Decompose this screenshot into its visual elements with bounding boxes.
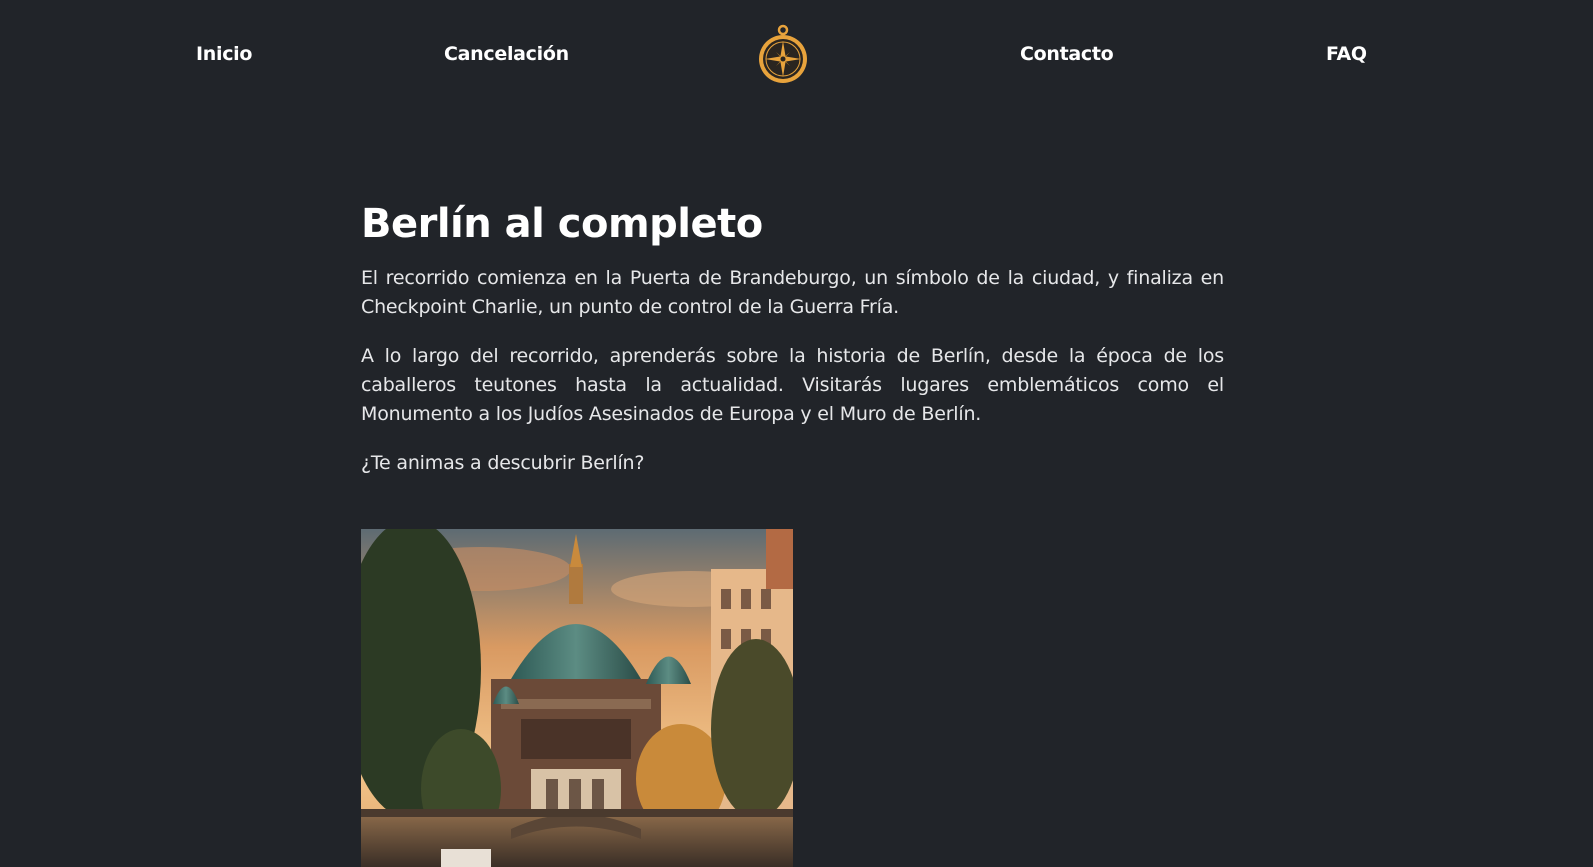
nav-link-contacto[interactable]: Contacto	[1020, 43, 1114, 65]
nav-link-inicio[interactable]: Inicio	[196, 43, 252, 65]
article-paragraph: El recorrido comienza en la Puerta de Br…	[361, 267, 1224, 318]
nav-link-faq[interactable]: FAQ	[1326, 43, 1367, 65]
article-content: Berlín al completo El recorrido comienza…	[361, 200, 1224, 498]
article-paragraph: A lo largo del recorrido, aprenderás sob…	[361, 345, 1224, 425]
article-paragraph: ¿Te animas a descubrir Berlín?	[361, 452, 645, 474]
nav-link-cancelacion[interactable]: Cancelación	[444, 43, 569, 65]
berlin-cathedral-image	[361, 529, 793, 867]
page-title: Berlín al completo	[361, 201, 763, 247]
top-navigation: Inicio Cancelación Contacto FAQ	[0, 0, 1593, 112]
compass-logo-icon[interactable]	[754, 24, 812, 88]
